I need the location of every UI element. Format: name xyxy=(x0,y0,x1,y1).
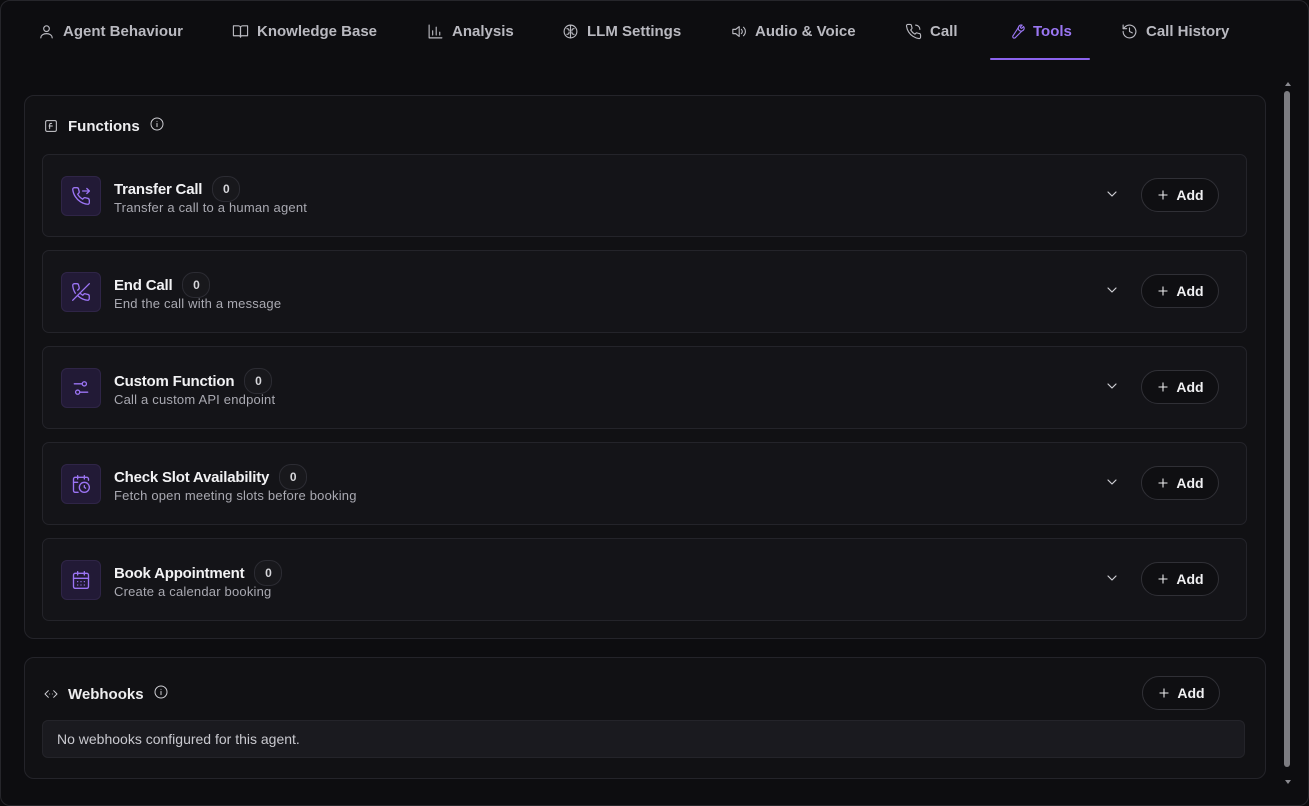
wrench-icon xyxy=(1012,24,1025,39)
chevron-down-icon[interactable] xyxy=(1104,378,1120,394)
webhooks-empty-state: No webhooks configured for this agent. xyxy=(42,720,1245,758)
function-row-book-appointment[interactable]: Book Appointment 0 Create a calendar boo… xyxy=(42,538,1247,621)
active-tab-indicator xyxy=(990,58,1090,60)
function-title: Custom Function 0 xyxy=(114,368,273,394)
tab-label: Call History xyxy=(1146,23,1230,40)
speaker-icon xyxy=(732,25,746,38)
add-label: Add xyxy=(1176,283,1204,299)
function-row-check-slot-availability[interactable]: Check Slot Availability 0 Fetch open mee… xyxy=(42,442,1247,525)
code-icon xyxy=(44,690,58,698)
count-badge: 0 xyxy=(182,272,211,298)
functions-panel: Functions Transfer Call 0 Transfer a cal… xyxy=(24,95,1266,639)
tab-tools[interactable]: Tools xyxy=(1008,23,1072,59)
function-name: Book Appointment xyxy=(114,564,245,582)
info-icon[interactable] xyxy=(149,116,165,136)
tab-agent-behaviour[interactable]: Agent Behaviour xyxy=(38,23,183,59)
tab-label: Tools xyxy=(1033,23,1072,40)
tab-bar: Agent Behaviour Knowledge Base Analysis … xyxy=(1,1,1301,61)
function-name: End Call xyxy=(114,276,173,294)
scroll-down-arrow[interactable] xyxy=(1285,780,1291,784)
bar-chart-icon xyxy=(428,24,443,39)
count-badge: 0 xyxy=(212,176,241,202)
tab-label: Agent Behaviour xyxy=(63,23,184,40)
count-badge: 0 xyxy=(244,368,273,394)
function-description: Create a calendar booking xyxy=(114,584,272,599)
function-row-custom-function[interactable]: Custom Function 0 Call a custom API endp… xyxy=(42,346,1247,429)
plus-icon xyxy=(1158,190,1168,200)
add-label: Add xyxy=(1176,475,1204,491)
function-row-transfer-call[interactable]: Transfer Call 0 Transfer a call to a hum… xyxy=(42,154,1247,237)
count-badge: 0 xyxy=(279,464,308,490)
agent-settings-window: Agent Behaviour Knowledge Base Analysis … xyxy=(0,0,1309,806)
calendar-clock-icon xyxy=(61,464,101,504)
book-icon xyxy=(232,25,249,38)
webhooks-header: Webhooks xyxy=(43,684,169,704)
tab-label: Call xyxy=(930,23,958,40)
tab-label: Audio & Voice xyxy=(755,23,856,40)
add-label: Add xyxy=(1176,187,1204,203)
add-label: Add xyxy=(1177,685,1205,701)
phone-icon xyxy=(905,23,922,40)
function-title: End Call 0 xyxy=(114,272,211,298)
function-description: Fetch open meeting slots before booking xyxy=(114,488,357,503)
function-name: Transfer Call xyxy=(114,180,203,198)
tab-analysis[interactable]: Analysis xyxy=(427,23,514,59)
chevron-down-icon[interactable] xyxy=(1104,282,1120,298)
function-description: Call a custom API endpoint xyxy=(114,392,276,407)
add-label: Add xyxy=(1176,379,1204,395)
function-title: Transfer Call 0 xyxy=(114,176,241,202)
sliders-icon xyxy=(61,368,101,408)
phone-forward-icon xyxy=(61,176,101,216)
add-label: Add xyxy=(1176,571,1204,587)
chevron-down-icon[interactable] xyxy=(1104,474,1120,490)
add-end-call-button[interactable]: Add xyxy=(1141,274,1219,308)
add-custom-function-button[interactable]: Add xyxy=(1141,370,1219,404)
tab-label: Knowledge Base xyxy=(257,23,378,40)
function-row-end-call[interactable]: End Call 0 End the call with a message A… xyxy=(42,250,1247,333)
add-transfer-call-button[interactable]: Add xyxy=(1141,178,1219,212)
plus-icon xyxy=(1158,574,1168,584)
chevron-down-icon[interactable] xyxy=(1104,186,1120,202)
add-webhook-button[interactable]: Add xyxy=(1142,676,1220,710)
function-description: End the call with a message xyxy=(114,296,282,311)
info-icon[interactable] xyxy=(153,684,169,704)
chevron-down-icon[interactable] xyxy=(1104,570,1120,586)
history-icon xyxy=(1122,24,1137,39)
scrollbar-thumb[interactable] xyxy=(1284,91,1290,767)
function-icon xyxy=(45,120,57,132)
calendar-icon xyxy=(61,560,101,600)
function-title: Check Slot Availability 0 xyxy=(114,464,308,490)
functions-title: Functions xyxy=(68,117,140,135)
scroll-up-arrow[interactable] xyxy=(1285,82,1291,86)
webhooks-panel: Webhooks Add No webhooks configured for … xyxy=(24,657,1266,779)
brain-icon xyxy=(563,24,578,39)
function-name: Custom Function xyxy=(114,372,235,390)
plus-icon xyxy=(1158,286,1168,296)
webhooks-title: Webhooks xyxy=(68,685,144,703)
function-title: Book Appointment 0 xyxy=(114,560,283,586)
tab-call-history[interactable]: Call History xyxy=(1121,23,1229,59)
add-check-slot-availability-button[interactable]: Add xyxy=(1141,466,1219,500)
tab-call[interactable]: Call xyxy=(905,23,958,59)
count-badge: 0 xyxy=(254,560,283,586)
function-description: Transfer a call to a human agent xyxy=(114,200,308,215)
user-icon xyxy=(40,25,53,39)
tab-label: Analysis xyxy=(452,23,514,40)
plus-icon xyxy=(1158,382,1168,392)
add-book-appointment-button[interactable]: Add xyxy=(1141,562,1219,596)
plus-icon xyxy=(1159,688,1169,698)
tab-label: LLM Settings xyxy=(587,23,682,40)
tab-audio-voice[interactable]: Audio & Voice xyxy=(730,23,856,59)
function-name: Check Slot Availability xyxy=(114,468,270,486)
tab-knowledge-base[interactable]: Knowledge Base xyxy=(232,23,377,59)
phone-off-icon xyxy=(61,272,101,312)
tab-llm-settings[interactable]: LLM Settings xyxy=(562,23,681,59)
functions-header: Functions xyxy=(43,116,165,136)
plus-icon xyxy=(1158,478,1168,488)
